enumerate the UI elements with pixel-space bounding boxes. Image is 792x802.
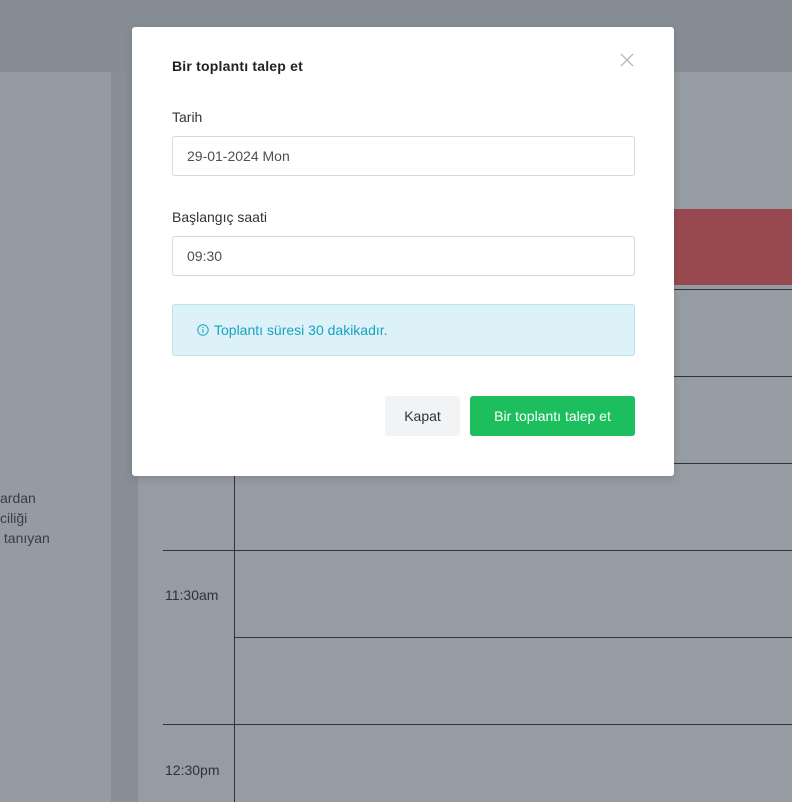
left-text-line: tanıyan	[0, 530, 50, 546]
grid-line	[235, 637, 792, 638]
date-input[interactable]	[172, 136, 635, 176]
close-button[interactable]: Kapat	[385, 396, 460, 436]
duration-info-alert: Toplantı süresi 30 dakikadır.	[172, 304, 635, 356]
time-slot-label: 12:30pm	[165, 762, 220, 778]
info-text: Toplantı süresi 30 dakikadır.	[214, 322, 388, 338]
start-time-label: Başlangıç saati	[172, 209, 267, 225]
left-text-line: ciliği	[0, 510, 28, 526]
request-meeting-modal: Bir toplantı talep et Tarih Başlangıç sa…	[132, 27, 674, 476]
left-text-line: ardan	[0, 490, 36, 506]
grid-line	[163, 724, 792, 725]
close-icon[interactable]	[614, 47, 640, 73]
left-panel-description: ardan ciliği tanıyan	[0, 488, 111, 548]
grid-divider	[234, 476, 235, 802]
left-info-panel	[0, 72, 111, 802]
start-time-input[interactable]	[172, 236, 635, 276]
modal-title: Bir toplantı talep et	[172, 58, 303, 74]
request-meeting-button[interactable]: Bir toplantı talep et	[470, 396, 635, 436]
info-circle-icon	[197, 324, 209, 336]
busy-event-block	[672, 209, 792, 285]
time-slot-label: 11:30am	[165, 587, 219, 603]
date-label: Tarih	[172, 109, 203, 125]
grid-line	[163, 550, 792, 551]
